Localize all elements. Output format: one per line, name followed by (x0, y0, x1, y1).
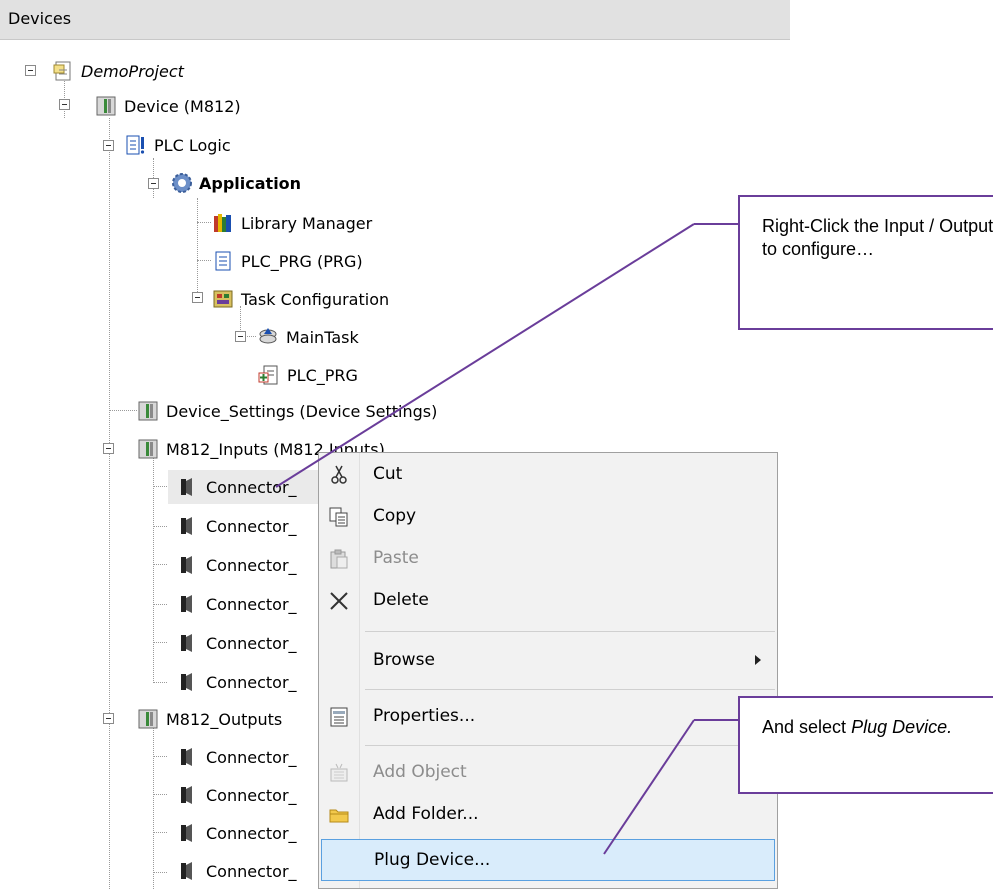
menu-item-paste[interactable]: Paste (319, 539, 777, 579)
scissors-icon (328, 464, 350, 486)
menu-separator (365, 631, 775, 632)
callout-right-click: Right-Click the Input / Output to config… (738, 195, 993, 330)
panel-title: Devices (8, 9, 72, 28)
task-icon (257, 326, 279, 348)
tree-item-task-configuration[interactable]: Task Configuration (212, 284, 389, 314)
device-icon (137, 400, 159, 422)
expander-application[interactable] (148, 178, 159, 189)
connector-icon (177, 784, 199, 806)
tree-item-connector[interactable]: Connector_ (177, 628, 297, 658)
connector-icon (177, 476, 199, 498)
device-icon (95, 95, 117, 117)
tree-item-plc-prg[interactable]: PLC_PRG (258, 360, 358, 390)
submenu-arrow-icon (755, 655, 761, 665)
connector-icon (177, 515, 199, 537)
add-object-icon (328, 762, 350, 784)
expander-maintask[interactable] (235, 331, 246, 342)
tree-item-connector[interactable]: Connector_ (177, 550, 297, 580)
tree-item-connector[interactable]: Connector_ (177, 818, 297, 848)
project-icon (52, 60, 74, 82)
expander-task-configuration[interactable] (192, 292, 203, 303)
plc-logic-icon (125, 134, 147, 156)
program-document-icon (212, 250, 234, 272)
library-books-icon (212, 212, 234, 234)
tree-item-connector[interactable]: Connector_ (177, 667, 297, 697)
connector-icon (177, 822, 199, 844)
tree-item-plc-logic[interactable]: PLC Logic (125, 130, 231, 160)
callout-plug-device: And select Plug Device. (738, 696, 993, 794)
menu-item-plug-device[interactable]: Plug Device... (321, 839, 775, 881)
menu-separator (365, 689, 775, 690)
menu-item-delete[interactable]: Delete (319, 581, 777, 621)
device-icon (137, 438, 159, 460)
tree-item-maintask[interactable]: MainTask (257, 322, 359, 352)
tree-item-m812-outputs[interactable]: M812_Outputs (137, 704, 282, 734)
tree-item-connector[interactable]: Connector_ (177, 742, 297, 772)
folder-icon (328, 804, 350, 826)
connector-icon (177, 554, 199, 576)
task-configuration-icon (212, 288, 234, 310)
devices-panel-header: Devices (0, 0, 790, 40)
tree-item-connector[interactable]: Connector_ (177, 589, 297, 619)
tree-item-device-m812[interactable]: Device (M812) (95, 91, 241, 121)
menu-separator (365, 745, 775, 746)
expander-m812-outputs[interactable] (103, 713, 114, 724)
expander-device[interactable] (59, 99, 70, 110)
delete-x-icon (328, 590, 350, 612)
connector-icon (177, 593, 199, 615)
menu-item-add-object[interactable]: Add Object (319, 753, 777, 793)
connector-icon (177, 746, 199, 768)
properties-icon (328, 706, 350, 728)
context-menu: Cut Copy Paste Delete Browse Properties.… (318, 452, 778, 889)
copy-icon (328, 506, 350, 528)
tree-item-connector[interactable]: Connector_ (177, 511, 297, 541)
tree-item-connector[interactable]: Connector_ (177, 780, 297, 810)
menu-item-browse[interactable]: Browse (319, 641, 777, 681)
expander-m812-inputs[interactable] (103, 443, 114, 454)
paste-icon (328, 548, 350, 570)
tree-item-plc-prg-prg[interactable]: PLC_PRG (PRG) (212, 246, 363, 276)
tree-item-device-settings[interactable]: Device_Settings (Device Settings) (137, 396, 437, 426)
tree-item-connector[interactable]: Connector_ (177, 856, 297, 886)
connector-icon (177, 860, 199, 882)
menu-item-copy[interactable]: Copy (319, 497, 777, 537)
menu-item-cut[interactable]: Cut (319, 455, 777, 495)
tree-item-connector[interactable]: Connector_ (177, 472, 297, 502)
application-gear-icon (170, 172, 192, 194)
tree-item-library-manager[interactable]: Library Manager (212, 208, 372, 238)
connector-icon (177, 671, 199, 693)
program-call-icon (258, 364, 280, 386)
expander-demoproject[interactable] (25, 65, 36, 76)
device-icon (137, 708, 159, 730)
menu-item-properties[interactable]: Properties... (319, 697, 777, 737)
menu-item-add-folder[interactable]: Add Folder... (319, 795, 777, 835)
connector-icon (177, 632, 199, 654)
tree-item-application[interactable]: Application (170, 168, 301, 198)
tree-item-demoproject[interactable]: DemoProject (52, 56, 184, 86)
expander-plc-logic[interactable] (103, 140, 114, 151)
